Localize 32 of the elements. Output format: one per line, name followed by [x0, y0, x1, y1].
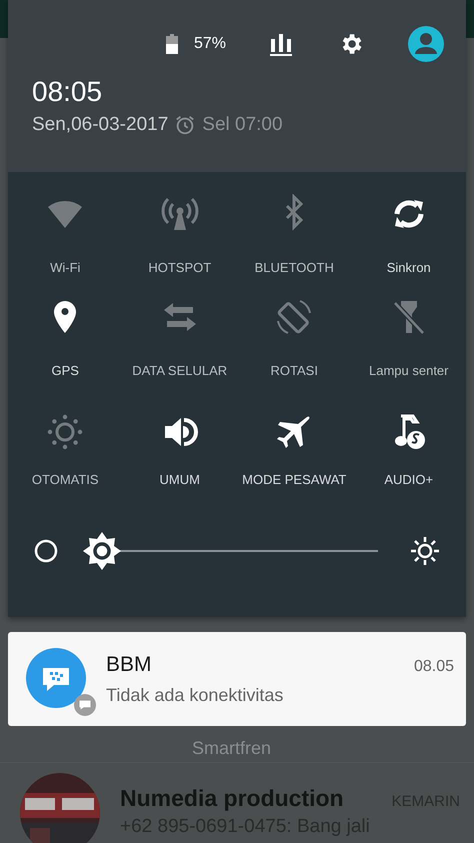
battery-icon	[166, 34, 178, 54]
chat-bubble-icon	[26, 648, 86, 708]
slider-thumb[interactable]	[82, 531, 122, 571]
tile-label: ROTASI	[270, 363, 318, 378]
tile-label: BLUETOOTH	[254, 260, 334, 275]
alarm-time: Sel 07:00	[202, 114, 283, 136]
tile-label: Wi-Fi	[50, 260, 80, 275]
chat-name: Numedia production	[120, 785, 344, 812]
battery-percentage: 57%	[194, 35, 226, 53]
sun-icon	[410, 536, 440, 566]
tile-label: DATA SELULAR	[132, 363, 228, 378]
tile-label: OTOMATIS	[32, 472, 99, 487]
circle-icon	[34, 539, 58, 563]
tile-label: HOTSPOT	[148, 260, 212, 275]
notification-title: BBM	[106, 652, 152, 676]
message-badge-icon	[74, 694, 96, 716]
clock-time: 08:05	[32, 76, 104, 108]
tile-label: UMUM	[160, 472, 200, 487]
tile-label: Sinkron	[386, 260, 431, 275]
date-text: Sen,06-03-2017	[32, 114, 168, 136]
user-avatar-icon[interactable]	[408, 26, 444, 62]
brightness-slider[interactable]	[84, 531, 378, 571]
tile-label: AUDIO+	[384, 472, 434, 487]
bar-chart-icon[interactable]	[268, 31, 294, 57]
carrier-label: Smartfren	[192, 738, 272, 759]
notification-card[interactable]: BBM 08.05 Tidak ada konektivitas	[8, 632, 466, 726]
tile-label: GPS	[52, 363, 79, 378]
tile-label: MODE PESAWAT	[242, 472, 346, 487]
alarm-clock-icon	[174, 114, 196, 136]
tile-label: Lampu senter	[369, 363, 448, 378]
notification-message: Tidak ada konektivitas	[106, 684, 284, 706]
notification-time: 08.05	[414, 658, 454, 676]
